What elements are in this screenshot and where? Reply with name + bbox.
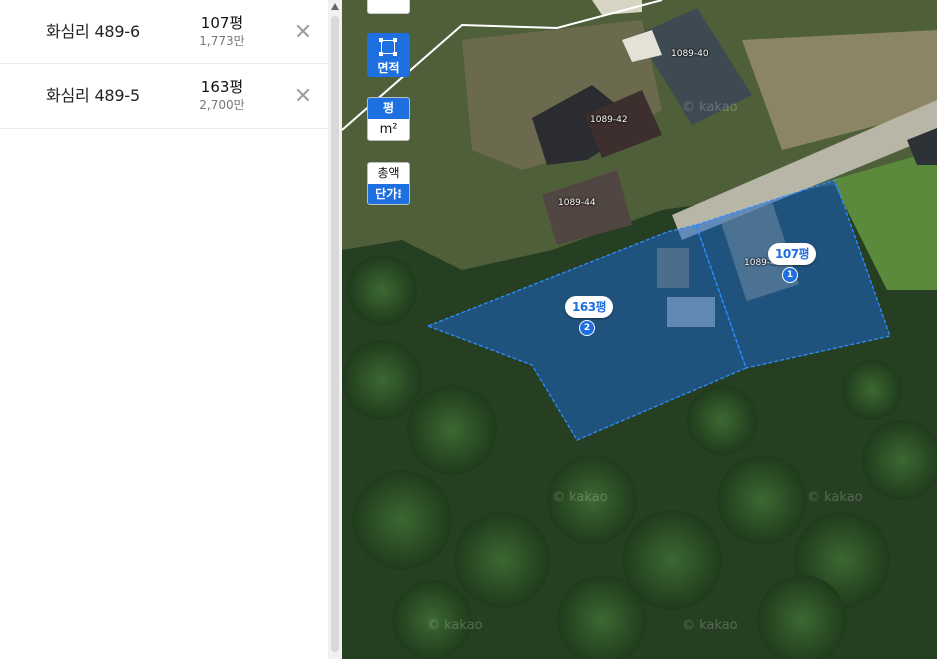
selected-parcels-panel: 화심리 489-6 107평 1,773만 화심리 489-5 163평 2,7…: [0, 0, 328, 659]
scroll-up-arrow-icon[interactable]: [331, 3, 339, 10]
unit-pyeong-option[interactable]: 평: [368, 98, 409, 119]
area-select-icon: [379, 38, 397, 56]
lot-number-label: 1089-44: [558, 198, 596, 208]
price-unit-option[interactable]: 단가⁝: [368, 184, 409, 204]
area-measure-label: 면적: [377, 61, 400, 75]
unit-m2-option[interactable]: m²: [368, 119, 409, 140]
parcel-number-marker[interactable]: 1: [782, 267, 798, 283]
map-watermark: © kakao: [807, 490, 863, 505]
parcel-price: 2,700만: [199, 98, 245, 112]
parcel-area: 163평: [200, 78, 244, 96]
parcel-price: 1,773만: [199, 34, 245, 48]
parcel-number-marker[interactable]: 2: [579, 320, 595, 336]
map-watermark: © kakao: [552, 490, 608, 505]
satellite-imagery: [342, 0, 937, 659]
lot-number-label: 1089-40: [671, 49, 709, 59]
price-total-option[interactable]: 총액: [368, 163, 409, 184]
parcel-area-marker[interactable]: 163평: [565, 296, 614, 318]
close-icon[interactable]: [290, 82, 316, 108]
map-watermark: © kakao: [682, 100, 738, 115]
scroll-thumb[interactable]: [331, 16, 339, 652]
parcel-row[interactable]: 화심리 489-6 107평 1,773만: [0, 0, 328, 64]
unit-toggle[interactable]: 평 m²: [367, 97, 410, 141]
parcel-area-marker[interactable]: 107평: [768, 243, 817, 265]
parcel-row[interactable]: 화심리 489-5 163평 2,700만: [0, 64, 328, 129]
parcel-name: 화심리 489-5: [46, 86, 140, 105]
area-measure-button[interactable]: 면적: [367, 33, 410, 77]
map-control[interactable]: [367, 0, 410, 14]
parcel-area: 107평: [200, 14, 244, 32]
price-mode-toggle[interactable]: 총액 단가⁝: [367, 162, 410, 205]
map-watermark: © kakao: [682, 618, 738, 633]
scrollbar[interactable]: [328, 0, 342, 659]
lot-number-label: 1089-42: [590, 115, 628, 125]
satellite-map[interactable]: 면적 평 m² 총액 단가⁝ 1089-40 1089-42 1089-44 1…: [342, 0, 937, 659]
parcel-name: 화심리 489-6: [46, 22, 140, 41]
map-watermark: © kakao: [427, 618, 483, 633]
close-icon[interactable]: [290, 18, 316, 44]
